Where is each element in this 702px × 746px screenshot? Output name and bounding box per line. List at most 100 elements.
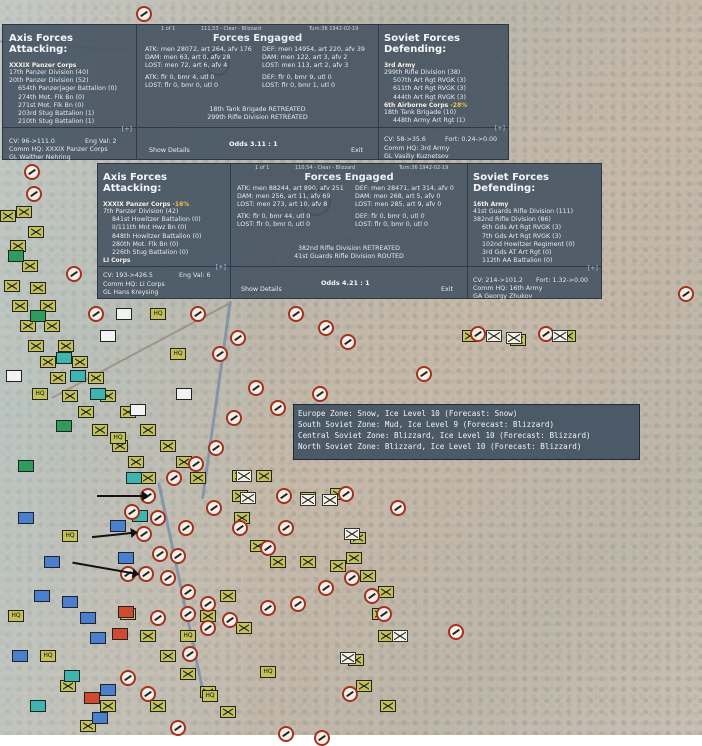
soviet-unit-counter[interactable] [390,500,406,516]
axis-unit-counter[interactable] [18,460,34,472]
soviet-unit-counter[interactable] [236,470,252,482]
axis-unit-counter[interactable] [256,470,272,482]
soviet-unit-counter[interactable] [318,580,334,596]
soviet-unit-counter[interactable] [120,670,136,686]
attacker-unit[interactable]: 210th Stug Battalion (1) [18,118,134,126]
axis-unit-counter[interactable] [190,472,206,484]
show-details-button[interactable]: Show Details [241,286,282,293]
axis-unit-counter[interactable] [378,586,394,598]
axis-unit-counter[interactable] [18,512,34,524]
axis-unit-counter[interactable] [90,388,106,400]
axis-unit-counter[interactable] [4,280,20,292]
axis-unit-counter[interactable] [6,370,22,382]
soviet-unit-counter[interactable] [678,286,694,302]
axis-unit-counter[interactable] [58,340,74,352]
soviet-unit-counter[interactable] [392,630,408,642]
defender-division[interactable]: 41st Guards Rifle Division (111) [473,208,601,216]
attacker-unit[interactable]: 274th Mot. Flk Bn (0) [18,94,134,102]
soviet-unit-counter[interactable] [136,526,152,542]
soviet-unit-counter[interactable] [152,546,168,562]
defender-unit[interactable]: 112th AA Battalion (0) [482,257,601,265]
axis-unit-counter[interactable] [88,372,104,384]
expand-button[interactable]: [+] [473,265,601,273]
exit-button[interactable]: Exit [351,147,363,154]
axis-hq-counter[interactable]: HQ [150,308,166,320]
soviet-unit-counter[interactable] [364,588,380,604]
soviet-unit-counter[interactable] [182,646,198,662]
axis-unit-counter[interactable] [70,370,86,382]
axis-unit-counter[interactable] [118,552,134,564]
defender-unit[interactable]: 102nd Howitzer Regiment (0) [482,241,601,249]
axis-unit-counter[interactable] [160,440,176,452]
defender-unit[interactable]: 448th Army Art Rgt (1) [393,117,508,125]
axis-unit-counter[interactable] [72,356,88,368]
defender-division[interactable]: 382nd Rifle Division (86) [473,216,601,224]
axis-unit-counter[interactable] [44,556,60,568]
soviet-unit-counter[interactable] [318,320,334,336]
soviet-unit-counter[interactable] [314,730,330,746]
axis-unit-counter[interactable] [28,340,44,352]
soviet-unit-counter[interactable] [300,494,316,506]
axis-hq-counter[interactable]: HQ [202,690,218,702]
expand-button[interactable]: [+] [9,126,134,134]
soviet-unit-counter[interactable] [260,540,276,556]
axis-unit-counter[interactable] [56,352,72,364]
defender-brigade[interactable]: 18th Tank Brigade (10) [384,109,508,117]
soviet-unit-counter[interactable] [150,610,166,626]
axis-unit-counter[interactable] [270,556,286,568]
soviet-unit-counter[interactable] [506,332,522,344]
soviet-unit-counter[interactable] [200,596,216,612]
axis-unit-counter[interactable] [116,308,132,320]
soviet-unit-counter[interactable] [470,326,486,342]
axis-unit-counter[interactable] [34,590,50,602]
axis-unit-counter[interactable] [22,260,38,272]
soviet-unit-counter[interactable] [312,386,328,402]
soviet-unit-counter[interactable] [124,504,140,520]
axis-unit-counter[interactable] [62,596,78,608]
soviet-unit-counter[interactable] [160,570,176,586]
axis-unit-counter[interactable] [84,692,100,704]
axis-unit-counter[interactable] [220,706,236,718]
axis-hq-counter[interactable]: HQ [40,650,56,662]
axis-unit-counter[interactable] [100,700,116,712]
attacker-division[interactable]: 7th Panzer Division (42) [103,208,228,216]
soviet-unit-counter[interactable] [138,566,154,582]
axis-unit-counter[interactable] [92,712,108,724]
axis-unit-counter[interactable] [118,606,134,618]
soviet-unit-counter[interactable] [340,652,356,664]
show-details-button[interactable]: Show Details [149,147,190,154]
attacker-unit[interactable]: II/111th Mnt Hwz Bn (0) [112,224,228,232]
axis-hq-counter[interactable]: HQ [8,610,24,622]
soviet-unit-counter[interactable] [200,620,216,636]
axis-unit-counter[interactable] [12,650,28,662]
axis-unit-counter[interactable] [176,388,192,400]
soviet-unit-counter[interactable] [212,346,228,362]
attacker-unit[interactable]: 841st Howitzer Battalion (0) [112,216,228,224]
defender-unit[interactable]: 6th Gds Art Rgt RVGK (3) [482,224,601,232]
soviet-unit-counter[interactable] [240,492,256,504]
soviet-unit-counter[interactable] [416,366,432,382]
defender-army[interactable]: 3rd Army [384,62,508,69]
soviet-unit-counter[interactable] [208,440,224,456]
axis-hq-counter[interactable]: HQ [110,432,126,444]
axis-unit-counter[interactable] [346,552,362,564]
soviet-unit-counter[interactable] [24,164,40,180]
soviet-unit-counter[interactable] [278,726,294,742]
soviet-unit-counter[interactable] [338,486,354,502]
soviet-unit-counter[interactable] [170,548,186,564]
axis-unit-counter[interactable] [92,424,108,436]
axis-unit-counter[interactable] [236,622,252,634]
soviet-unit-counter[interactable] [230,330,246,346]
axis-unit-counter[interactable] [140,424,156,436]
axis-unit-counter[interactable] [100,330,116,342]
soviet-unit-counter[interactable] [222,612,238,628]
axis-unit-counter[interactable] [30,700,46,712]
soviet-unit-counter[interactable] [232,520,248,536]
attacker-unit[interactable]: 203rd Stug Battalion (1) [18,110,134,118]
axis-hq-counter[interactable]: HQ [260,666,276,678]
soviet-unit-counter[interactable] [180,606,196,622]
axis-unit-counter[interactable] [30,310,46,322]
soviet-unit-counter[interactable] [88,306,104,322]
expand-button[interactable]: [+] [384,125,508,133]
axis-unit-counter[interactable] [12,300,28,312]
